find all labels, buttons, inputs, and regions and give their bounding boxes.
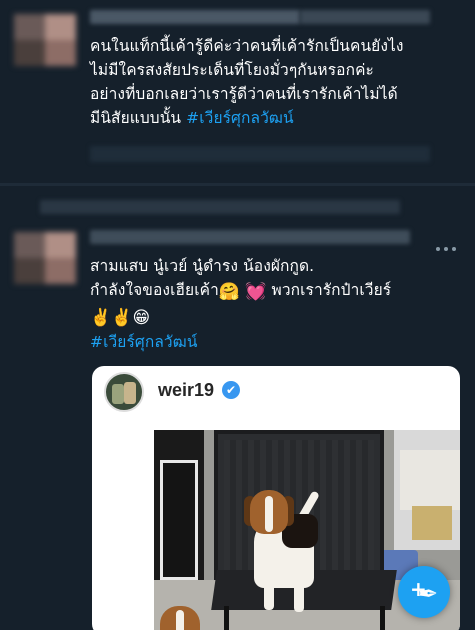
- hashtag-link[interactable]: #เวียร์ศุกลวัฒน์: [90, 333, 198, 351]
- heart-icon: 💓: [245, 282, 267, 302]
- instagram-username[interactable]: weir19: [158, 380, 214, 401]
- tweet-actions-redacted: [90, 146, 430, 162]
- retweet-header-redacted: [40, 200, 400, 214]
- avatar[interactable]: [14, 14, 76, 66]
- author-name-redacted: [90, 230, 410, 244]
- author-handle-redacted: [300, 10, 430, 24]
- avatar[interactable]: [14, 232, 76, 284]
- verified-badge-icon: ✔: [222, 381, 240, 399]
- quill-icon: ✒: [418, 580, 439, 608]
- tweet-text: คนในแท็กนี้เค้ารู้ดีค่ะว่าคนที่เค้ารักเป…: [90, 37, 404, 127]
- tweet[interactable]: คนในแท็กนี้เค้ารู้ดีค่ะว่าคนที่เค้ารักเป…: [0, 0, 475, 183]
- instagram-avatar[interactable]: [104, 372, 144, 412]
- author-name-redacted: [90, 10, 300, 24]
- hashtag-link[interactable]: #เวียร์ศุกลวัฒน์: [186, 109, 294, 127]
- tweet-text: สามแสบ นู๋เวย์ นู๋ดำรง น้องผักกูด. กำลัง…: [90, 257, 392, 351]
- more-options-icon[interactable]: [436, 236, 462, 251]
- compose-tweet-button[interactable]: + ✒: [398, 566, 450, 618]
- victory-grin-emoji: ✌️✌️😁: [90, 308, 151, 328]
- hugging-face-icon: 🤗: [218, 282, 241, 302]
